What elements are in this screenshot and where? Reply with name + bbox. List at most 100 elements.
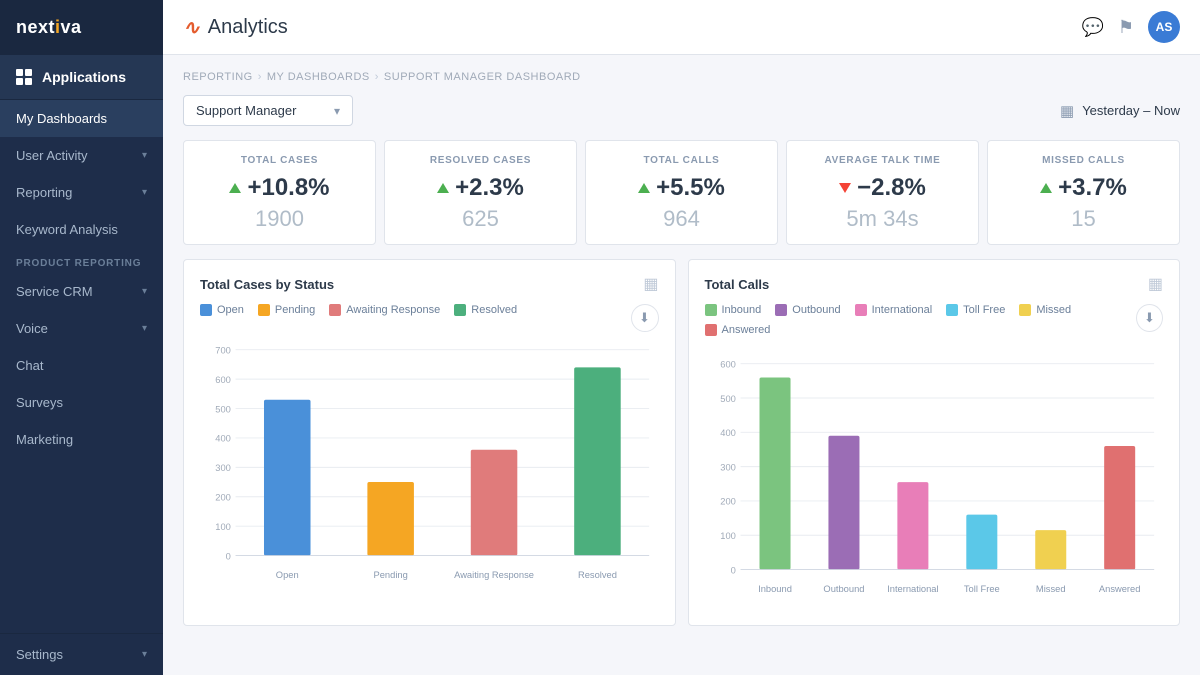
legend-item: Outbound xyxy=(775,304,840,316)
kpi-value: 15 xyxy=(1071,206,1095,232)
avatar[interactable]: AS xyxy=(1148,11,1180,43)
content-area: REPORTING › MY DASHBOARDS › SUPPORT MANA… xyxy=(163,55,1200,675)
chevron-down-icon: ▾ xyxy=(142,649,147,660)
svg-text:International: International xyxy=(887,584,938,594)
chart-title-left: Total Cases by Status xyxy=(200,277,334,292)
kpi-title: RESOLVED CASES xyxy=(430,155,531,166)
legend-dot xyxy=(946,304,958,316)
kpi-value: 1900 xyxy=(255,206,304,232)
svg-text:100: 100 xyxy=(720,531,736,541)
chevron-down-icon: ▾ xyxy=(142,187,147,198)
kpi-title: TOTAL CALLS xyxy=(643,155,719,166)
chevron-down-icon: ▾ xyxy=(142,286,147,297)
flag-icon[interactable]: ⚑ xyxy=(1118,17,1134,38)
bar-chart-icon[interactable]: ▦ xyxy=(1148,274,1163,294)
applications-button[interactable]: Applications xyxy=(0,55,163,100)
chart-legend-right: InboundOutboundInternationalToll FreeMis… xyxy=(705,304,1136,336)
breadcrumb-item-support-manager: SUPPORT MANAGER DASHBOARD xyxy=(384,71,581,83)
bar-chart-icon[interactable]: ▦ xyxy=(643,274,658,294)
svg-text:Toll Free: Toll Free xyxy=(963,584,999,594)
arrow-up-icon xyxy=(638,183,650,193)
chevron-down-icon: ▾ xyxy=(142,150,147,161)
topbar: ∿ Analytics 💬 ⚑ AS xyxy=(163,0,1200,55)
legend-dot xyxy=(855,304,867,316)
legend-item: Inbound xyxy=(705,304,762,316)
settings-button[interactable]: Settings ▾ xyxy=(0,633,163,675)
legend-dot xyxy=(454,304,466,316)
svg-text:Inbound: Inbound xyxy=(758,584,792,594)
page-title: Analytics xyxy=(208,16,288,39)
kpi-row: TOTAL CASES +10.8% 1900 RESOLVED CASES +… xyxy=(183,140,1180,245)
kpi-change-row: +3.7% xyxy=(1040,174,1127,202)
legend-item: Awaiting Response xyxy=(329,304,440,316)
sidebar-item-reporting[interactable]: Reporting ▾ xyxy=(0,174,163,211)
svg-text:200: 200 xyxy=(720,497,736,507)
chevron-down-icon: ▾ xyxy=(142,323,147,334)
kpi-change-value: −2.8% xyxy=(857,174,926,202)
arrow-up-icon xyxy=(1040,183,1052,193)
legend-dot xyxy=(329,304,341,316)
logo-text: nextiva xyxy=(16,17,82,38)
svg-text:400: 400 xyxy=(720,428,736,438)
sidebar-item-chat[interactable]: Chat xyxy=(0,347,163,384)
date-range-selector[interactable]: ▦ Yesterday – Now xyxy=(1060,102,1180,120)
svg-text:Open: Open xyxy=(276,570,299,580)
topbar-right: 💬 ⚑ AS xyxy=(1081,11,1180,43)
breadcrumb-item-reporting: REPORTING xyxy=(183,71,253,83)
kpi-value: 625 xyxy=(462,206,499,232)
calendar-icon: ▦ xyxy=(1060,102,1074,120)
kpi-title: AVERAGE TALK TIME xyxy=(825,155,941,166)
chevron-down-icon: ▾ xyxy=(334,104,340,118)
dropdown-label: Support Manager xyxy=(196,103,296,118)
legend-dot xyxy=(705,324,717,336)
svg-text:600: 600 xyxy=(720,359,736,369)
chart-total-cases: Total Cases by Status ▦ Open Pending Await… xyxy=(183,259,676,626)
svg-text:Awaiting Response: Awaiting Response xyxy=(454,570,534,580)
sidebar-item-keyword-analysis[interactable]: Keyword Analysis xyxy=(0,211,163,248)
svg-text:100: 100 xyxy=(215,522,231,532)
svg-text:500: 500 xyxy=(215,404,231,414)
svg-text:Outbound: Outbound xyxy=(823,584,864,594)
analytics-icon: ∿ xyxy=(183,15,200,40)
sidebar-item-service-crm[interactable]: Service CRM ▾ xyxy=(0,273,163,310)
svg-text:400: 400 xyxy=(215,434,231,444)
legend-item: Open xyxy=(200,304,244,316)
legend-item: Pending xyxy=(258,304,315,316)
chart-header-left: Total Cases by Status ▦ xyxy=(200,274,659,294)
breadcrumb-item-my-dashboards: MY DASHBOARDS xyxy=(267,71,370,83)
legend-item: Missed xyxy=(1019,304,1071,316)
sidebar-item-surveys[interactable]: Surveys xyxy=(0,384,163,421)
arrow-down-icon xyxy=(839,183,851,193)
sidebar: nextiva Applications My Dashboards User … xyxy=(0,0,163,675)
legend-dot xyxy=(258,304,270,316)
chart-header-right: Total Calls ▦ xyxy=(705,274,1164,294)
legend-dot xyxy=(200,304,212,316)
sidebar-item-marketing[interactable]: Marketing xyxy=(0,421,163,458)
kpi-change-row: +2.3% xyxy=(437,174,524,202)
download-button-right[interactable]: ⬇ xyxy=(1136,304,1163,332)
svg-text:300: 300 xyxy=(720,462,736,472)
svg-text:200: 200 xyxy=(215,492,231,502)
applications-label: Applications xyxy=(42,69,126,85)
kpi-change-value: +5.5% xyxy=(656,174,725,202)
kpi-card-1: RESOLVED CASES +2.3% 625 xyxy=(384,140,577,245)
sidebar-logo: nextiva xyxy=(0,0,163,55)
chat-icon[interactable]: 💬 xyxy=(1081,17,1103,38)
svg-text:0: 0 xyxy=(226,551,231,561)
download-button-left[interactable]: ⬇ xyxy=(631,304,659,332)
sidebar-item-user-activity[interactable]: User Activity ▾ xyxy=(0,137,163,174)
main-content: ∿ Analytics 💬 ⚑ AS REPORTING › MY DASHBO… xyxy=(163,0,1200,675)
sidebar-nav: My Dashboards User Activity ▾ Reporting … xyxy=(0,100,163,633)
legend-dot xyxy=(705,304,717,316)
sidebar-item-voice[interactable]: Voice ▾ xyxy=(0,310,163,347)
dashboard-dropdown[interactable]: Support Manager ▾ xyxy=(183,95,353,126)
kpi-change-value: +10.8% xyxy=(247,174,329,202)
svg-text:500: 500 xyxy=(720,394,736,404)
sidebar-item-my-dashboards[interactable]: My Dashboards xyxy=(0,100,163,137)
kpi-change-row: +5.5% xyxy=(638,174,725,202)
kpi-value: 5m 34s xyxy=(846,206,918,232)
date-range-label: Yesterday – Now xyxy=(1082,103,1180,118)
kpi-value: 964 xyxy=(663,206,700,232)
chart-svg-right: 6005004003002001000InboundOutboundIntern… xyxy=(705,346,1164,611)
product-reporting-header: PRODUCT REPORTING xyxy=(0,248,163,273)
